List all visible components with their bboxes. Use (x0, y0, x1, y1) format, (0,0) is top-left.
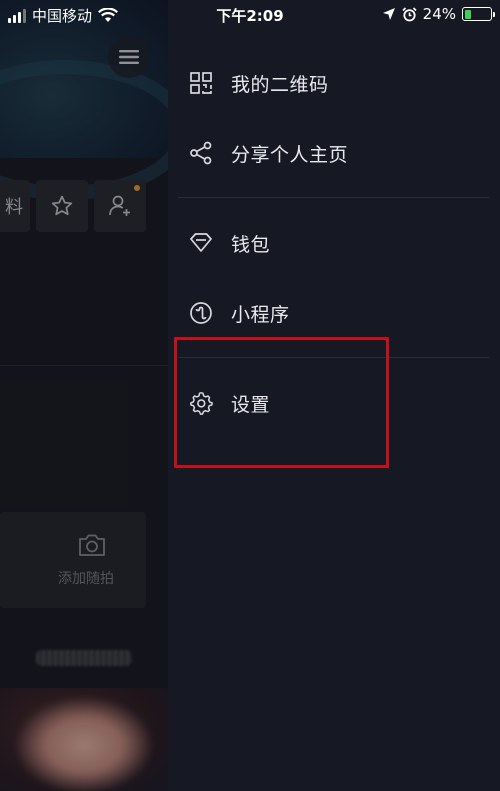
drawer-item-label: 我的二维码 (231, 73, 329, 96)
drawer-item-label: 分享个人主页 (231, 143, 349, 166)
drawer-item-label: 设置 (231, 393, 271, 416)
drawer-item-settings[interactable]: 设置 (168, 373, 500, 433)
drawer-item-label: 钱包 (231, 233, 271, 256)
status-right: 24% (382, 5, 495, 23)
drawer-item-wallet[interactable]: 钱包 (168, 213, 500, 273)
wallet-diamond-icon (189, 231, 213, 255)
drawer-divider (178, 357, 489, 358)
drawer-item-qr-code[interactable]: 我的二维码 (168, 53, 500, 113)
battery-icon (462, 7, 495, 21)
drawer-divider (178, 197, 489, 198)
dim-overlay[interactable] (0, 0, 168, 791)
drawer-item-share-profile[interactable]: 分享个人主页 (168, 123, 500, 183)
battery-level-fill (464, 9, 471, 19)
qr-code-icon (189, 71, 213, 95)
side-drawer: 我的二维码 分享个人主页 钱包 小程序 设置 (168, 0, 500, 791)
battery-percent: 24% (422, 5, 456, 23)
drawer-item-label: 小程序 (231, 303, 290, 326)
drawer-item-mini-program[interactable]: 小程序 (168, 283, 500, 343)
status-bar: 中国移动 下午2:09 24% (0, 0, 500, 30)
profile-page-background: 料 添加随拍 (0, 0, 168, 791)
share-icon (189, 141, 213, 165)
gear-icon (189, 391, 213, 415)
alarm-icon (402, 6, 417, 21)
location-arrow-icon (382, 8, 395, 20)
mini-program-icon (189, 301, 213, 325)
